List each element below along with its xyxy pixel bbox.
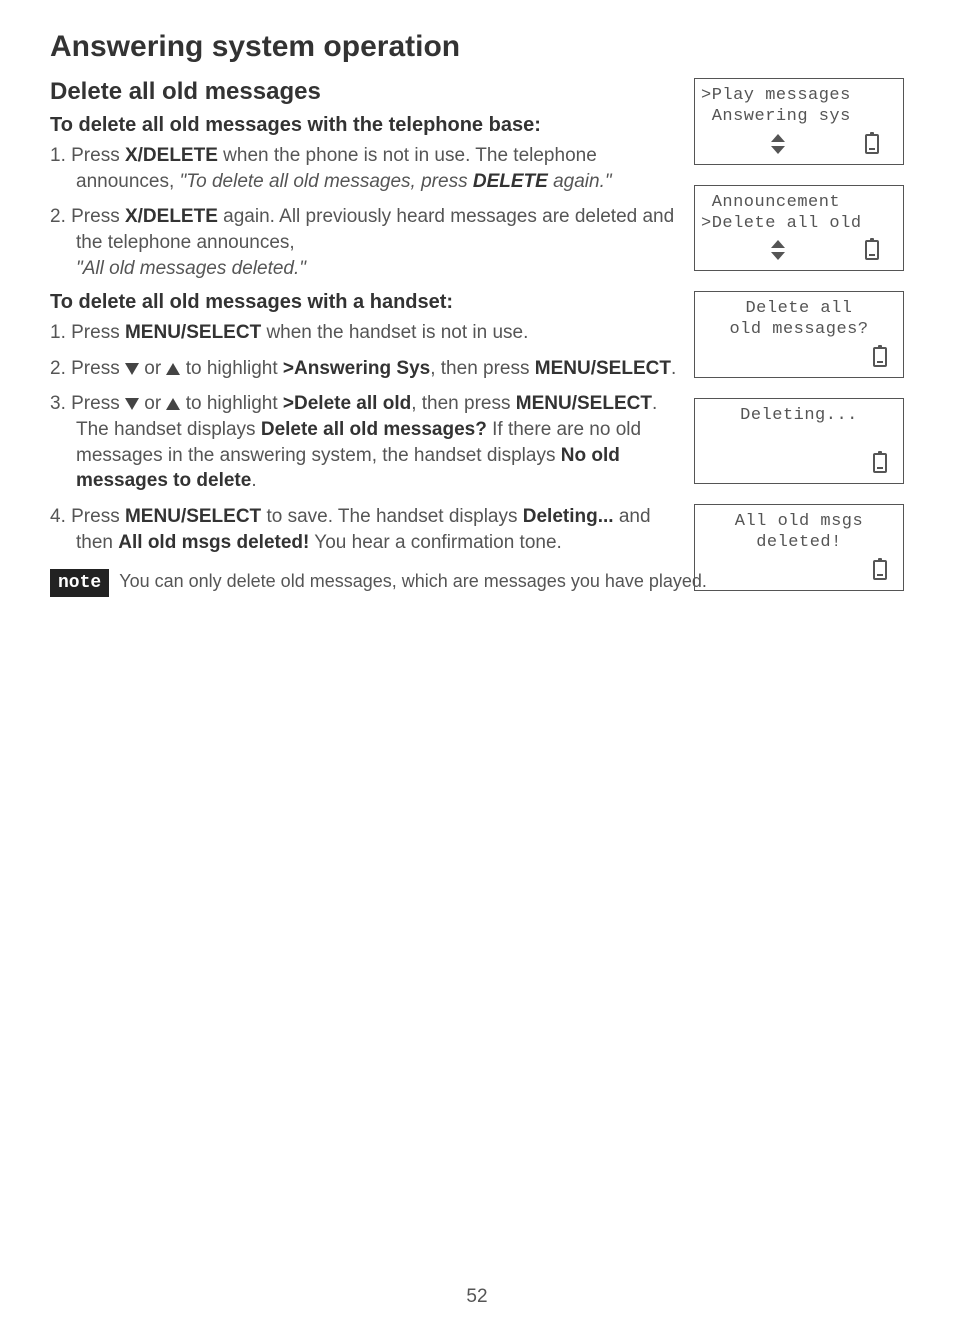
page-title: Answering system operation <box>50 30 690 64</box>
page-number: 52 <box>0 1286 954 1308</box>
sub2-title: To delete all old messages with a handse… <box>50 291 690 314</box>
menu-item: >Delete all old <box>283 393 411 414</box>
down-arrow-icon <box>125 363 139 375</box>
key-xdelete: X/DELETE <box>125 206 218 227</box>
text: 2. Press <box>50 358 125 379</box>
note-badge: note <box>50 569 109 597</box>
text: , then press <box>411 393 516 414</box>
text: . <box>671 358 676 379</box>
battery-icon <box>865 240 879 260</box>
key-menu: MENU <box>516 393 572 414</box>
display-text: Delete all old messages? <box>261 419 487 440</box>
text: You hear a confirmation tone. <box>309 532 561 553</box>
battery-icon <box>873 453 887 473</box>
key-menu: MENU/ <box>125 322 186 343</box>
lcd-line: All old msgs <box>701 511 897 532</box>
lcd-line: Answering sys <box>701 106 897 127</box>
lcd-line: >Play messages <box>701 85 897 106</box>
display-text: All old msgs deleted! <box>118 532 309 553</box>
text: when the handset is not in use. <box>261 322 528 343</box>
down-arrow-icon <box>125 398 139 410</box>
display-text: Deleting... <box>523 506 614 527</box>
sub1-title: To delete all old messages with the tele… <box>50 114 690 137</box>
text: 3. Press <box>50 393 125 414</box>
lcd-line: old messages? <box>701 319 897 340</box>
battery-icon <box>873 347 887 367</box>
text: to save. The handset displays <box>261 506 523 527</box>
text: . <box>251 470 256 491</box>
battery-icon <box>873 560 887 580</box>
text: to highlight <box>180 358 282 379</box>
text: or <box>139 358 166 379</box>
quote: again." <box>548 171 612 192</box>
up-arrow-icon <box>166 363 180 375</box>
screen-play-messages: >Play messages Answering sys <box>694 78 904 165</box>
up-down-icon <box>771 134 785 154</box>
lcd-line: Deleting... <box>701 405 897 426</box>
up-down-icon <box>771 240 785 260</box>
key-select: /SELECT <box>572 393 652 414</box>
lcd-line <box>701 426 897 447</box>
lcd-line: Delete all <box>701 298 897 319</box>
text: 4. Press <box>50 506 125 527</box>
step-1: 1. Press MENU/SELECT when the handset is… <box>50 320 690 346</box>
key-menu: MENU <box>125 506 181 527</box>
steps-handset: 1. Press MENU/SELECT when the handset is… <box>50 320 690 555</box>
quote: "All old messages deleted." <box>76 258 306 279</box>
screen-delete-all-old: Announcement >Delete all old <box>694 185 904 272</box>
lcd-line: deleted! <box>701 532 897 553</box>
key-xdelete: X/DELETE <box>125 145 218 166</box>
step-4: 4. Press MENU/SELECT to save. The handse… <box>50 504 690 555</box>
up-arrow-icon <box>166 398 180 410</box>
step-1: 1. Press X/DELETE when the phone is not … <box>50 143 690 194</box>
step-2: 2. Press or to highlight >Answering Sys,… <box>50 356 690 382</box>
quote: "To delete all old messages, press <box>180 171 473 192</box>
text: 1. Press <box>50 145 125 166</box>
menu-item: >Answering Sys <box>283 358 430 379</box>
text: 2. Press <box>50 206 125 227</box>
steps-base: 1. Press X/DELETE when the phone is not … <box>50 143 690 281</box>
section-title: Delete all old messages <box>50 78 690 106</box>
screen-confirm: Delete all old messages? <box>694 291 904 378</box>
lcd-line: >Delete all old <box>701 213 897 234</box>
screen-deleted: All old msgs deleted! <box>694 504 904 591</box>
key-delete: DELETE <box>473 171 548 192</box>
battery-icon <box>865 134 879 154</box>
key-select: SELECT <box>186 322 261 343</box>
lcd-line: Announcement <box>701 192 897 213</box>
key-select: /SELECT <box>591 358 671 379</box>
step-3: 3. Press or to highlight >Delete all old… <box>50 391 690 494</box>
key-select: /SELECT <box>181 506 261 527</box>
key-menu: MENU <box>535 358 591 379</box>
text: or <box>139 393 166 414</box>
text: 1. Press <box>50 322 125 343</box>
step-2: 2. Press X/DELETE again. All previously … <box>50 204 690 281</box>
text: to highlight <box>180 393 282 414</box>
screen-deleting: Deleting... <box>694 398 904 485</box>
lcd-screens: >Play messages Answering sys Announcemen… <box>694 78 904 591</box>
text: , then press <box>430 358 535 379</box>
